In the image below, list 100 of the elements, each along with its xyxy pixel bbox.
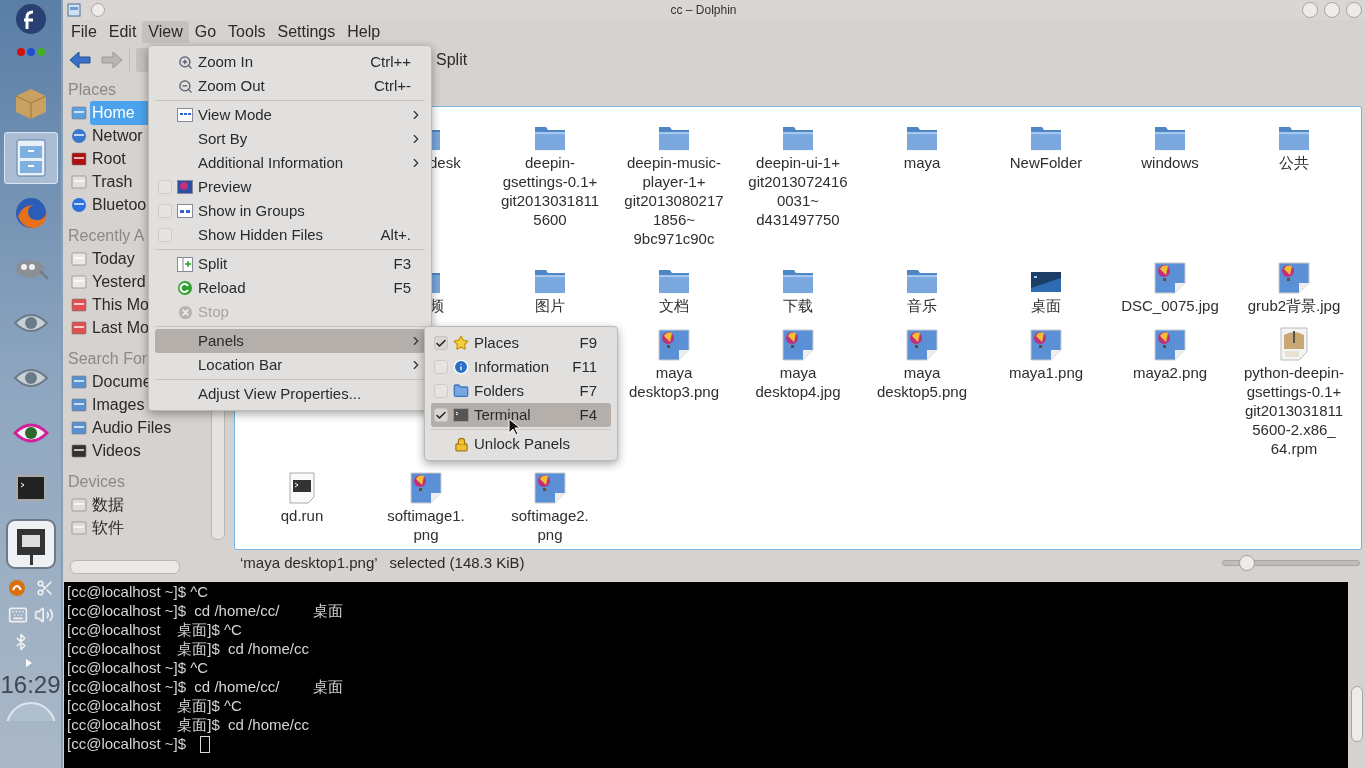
menu-item[interactable]: Show in Groups: [155, 199, 425, 223]
sidebar-item[interactable]: Bluetoo: [90, 192, 149, 217]
sidebar-item[interactable]: Last Mo: [90, 315, 151, 340]
file-name[interactable]: maya1.png: [1008, 363, 1084, 382]
file-name[interactable]: deepin- gsettings-0.1+ git2013031811 5600: [500, 153, 600, 229]
menu-item[interactable]: Panels: [155, 329, 425, 353]
menu-item[interactable]: Places F9: [431, 331, 611, 355]
minimize-button[interactable]: [1302, 2, 1318, 18]
file-name[interactable]: deepin-ui-1+ git2013072416 0031~ d431497750: [748, 153, 848, 229]
file-name[interactable]: deepin-music- player-1+ git2013080217 1856~ 9bc971c90c: [624, 153, 724, 248]
maximize-button[interactable]: [1324, 2, 1340, 18]
file-name[interactable]: 音乐: [907, 296, 937, 315]
split-button[interactable]: Split: [436, 48, 468, 72]
file-name[interactable]: python-deepin- gsettings-0.1+ git2013031811 5600-2.x86_ 64.rpm: [1243, 363, 1345, 458]
scrollbar[interactable]: [1351, 686, 1363, 742]
checkbox[interactable]: [434, 360, 448, 374]
sidebar-item[interactable]: Trash: [90, 169, 135, 194]
sidebar-item[interactable]: Today: [90, 246, 137, 271]
clock-time[interactable]: 16:29: [0, 671, 61, 699]
menu-bar-item[interactable]: File: [65, 21, 103, 43]
menu-item[interactable]: Zoom In Ctrl++: [155, 50, 425, 74]
menu-item[interactable]: Adjust View Properties...: [155, 382, 425, 406]
app-icon[interactable]: [67, 3, 81, 17]
menu-item[interactable]: Additional Information: [155, 151, 425, 175]
terminal-line: [cc@localhost 桌面]$ ^C: [67, 696, 242, 717]
menu-item[interactable]: Preview: [155, 175, 425, 199]
file-name[interactable]: maya desktop5.png: [876, 363, 968, 401]
forward-arrow-icon[interactable]: [101, 51, 123, 69]
scissors-icon[interactable]: [35, 579, 54, 597]
menu-item-label: Folders: [474, 380, 526, 401]
sidebar-item[interactable]: 软件: [90, 515, 126, 540]
file-name[interactable]: maya: [903, 153, 941, 172]
file-name[interactable]: 桌面: [1031, 296, 1061, 315]
expand-arrow-icon[interactable]: [25, 659, 32, 667]
image-file-icon: [1278, 262, 1310, 294]
sidebar-item[interactable]: Images: [90, 392, 147, 417]
text-cursor: [200, 736, 211, 753]
file-name[interactable]: 文档: [659, 296, 689, 315]
menu-item[interactable]: Show Hidden Files Alt+.: [155, 223, 425, 247]
file-name[interactable]: 图片: [535, 296, 565, 315]
network-plug-icon[interactable]: [5, 519, 56, 569]
file-name[interactable]: 公共: [1279, 153, 1309, 172]
scrollbar[interactable]: [70, 560, 180, 574]
menu-item[interactable]: Information F11: [431, 355, 611, 379]
sidebar-item[interactable]: Videos: [90, 438, 143, 463]
menu-bar-item[interactable]: Settings: [271, 21, 342, 43]
sidebar-item[interactable]: Yesterd: [90, 269, 148, 294]
sidebar-item[interactable]: 数据: [90, 492, 126, 517]
checkbox[interactable]: [158, 204, 172, 218]
file-name[interactable]: grub2背景.jpg: [1247, 296, 1341, 315]
menu-bar-item[interactable]: Help: [341, 21, 387, 43]
file-name[interactable]: windows: [1141, 153, 1199, 172]
file-name[interactable]: maya2.png: [1132, 363, 1208, 382]
menu-bar-item[interactable]: Tools: [222, 21, 272, 43]
menu-item[interactable]: Unlock Panels: [431, 432, 611, 456]
file-name[interactable]: NewFolder: [1009, 153, 1083, 172]
menu-item[interactable]: Reload F5: [155, 276, 425, 300]
sidebar-item[interactable]: Networ: [90, 123, 145, 148]
file-name[interactable]: DSC_0075.jpg: [1121, 296, 1219, 315]
sidebar-item[interactable]: Root: [90, 146, 128, 171]
image-file-icon: [1154, 262, 1186, 294]
menu-item[interactable]: Terminal F4: [431, 403, 611, 427]
close-button[interactable]: [1346, 2, 1362, 18]
menu-item[interactable]: Location Bar: [155, 353, 425, 377]
file-name[interactable]: qd.run: [280, 506, 324, 525]
file-name[interactable]: maya desktop4.jpg: [755, 363, 841, 401]
speaker-icon[interactable]: [33, 605, 54, 625]
terminal-line: [cc@localhost ~]$: [67, 734, 187, 755]
slider-handle[interactable]: [1239, 555, 1256, 571]
file-name[interactable]: softimage2. png: [511, 506, 589, 544]
terminal-icon: [453, 408, 469, 422]
logo-icon[interactable]: [14, 3, 47, 35]
terminal-line: [cc@localhost ~]$ cd /home/cc/ 桌面: [67, 601, 343, 622]
checkbox[interactable]: [158, 228, 172, 242]
sidebar-item[interactable]: This Mo: [90, 292, 151, 317]
menu-bar-item[interactable]: Edit: [102, 21, 143, 43]
menu-item-label: Stop: [198, 301, 230, 322]
menu-bar-item[interactable]: View: [142, 21, 189, 43]
menu-bar-item[interactable]: Go: [188, 21, 223, 43]
image-file-icon: [1154, 329, 1186, 361]
terminal-icon: [15, 475, 46, 501]
menu-item-label: Places: [474, 332, 521, 353]
back-arrow-icon[interactable]: [69, 51, 91, 69]
checkbox[interactable]: [434, 408, 448, 422]
terminal-line: [cc@localhost ~]$ ^C: [67, 658, 209, 679]
keyboard-icon[interactable]: [7, 605, 28, 625]
sidebar-item[interactable]: Audio Files: [90, 415, 174, 440]
file-name[interactable]: maya desktop3.png: [628, 363, 720, 401]
zoom-slider[interactable]: [1222, 555, 1360, 571]
checkbox[interactable]: [158, 180, 172, 194]
checkbox[interactable]: [434, 336, 448, 350]
menu-item[interactable]: Split F3: [155, 252, 425, 276]
menu-item[interactable]: Zoom Out Ctrl+-: [155, 74, 425, 98]
menu-item[interactable]: Sort By: [155, 127, 425, 151]
file-name[interactable]: 下载: [783, 296, 813, 315]
checkbox[interactable]: [434, 384, 448, 398]
menu-item[interactable]: Folders F7: [431, 379, 611, 403]
file-name[interactable]: softimage1. png: [387, 506, 465, 544]
window-button[interactable]: [91, 3, 105, 17]
dots-icon[interactable]: [15, 47, 46, 57]
